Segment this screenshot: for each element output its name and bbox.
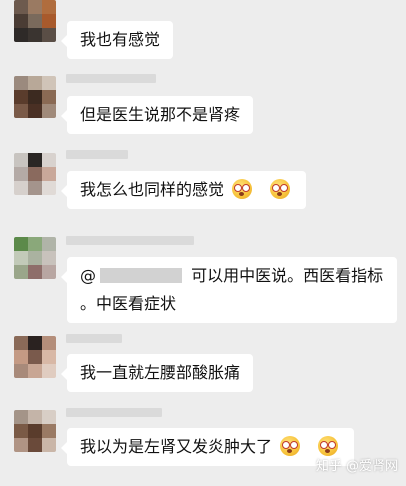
avatar[interactable]: [14, 153, 56, 195]
avatar[interactable]: [14, 410, 56, 452]
nickname-placeholder: [66, 74, 156, 83]
message-line: @ 可以用中医说。西医看指标: [80, 262, 384, 290]
message-bubble[interactable]: 我以为是左肾又发炎肿大了: [60, 428, 355, 466]
message-text: 我以为是左肾又发炎肿大了: [80, 437, 273, 456]
message-bubble[interactable]: 我一直就左腰部酸胀痛: [60, 354, 254, 392]
avatar[interactable]: [14, 237, 56, 279]
nickname-placeholder: [66, 236, 194, 245]
nickname-placeholder: [66, 334, 122, 343]
message-text: 可以用中医说。西医看指标: [191, 266, 384, 285]
message-bubble[interactable]: 我也有感觉: [60, 21, 174, 59]
message-bubble[interactable]: 我怎么也同样的感觉: [60, 171, 307, 209]
message-text: 我一直就左腰部酸胀痛: [80, 363, 241, 382]
mention-username-redacted: [100, 268, 182, 283]
message-line: 。中医看症状: [80, 294, 177, 313]
watermark: 知乎 @爱肾网: [315, 459, 398, 474]
avatar[interactable]: [14, 0, 56, 42]
message-text: 我怎么也同样的感觉: [80, 180, 225, 199]
avatar[interactable]: [14, 76, 56, 118]
avatar[interactable]: [14, 336, 56, 378]
message-text: 但是医生说那不是肾疼: [80, 105, 241, 124]
nickname-placeholder: [66, 408, 162, 417]
shocked-face-emoji-icon: [232, 179, 253, 199]
message-text: 我也有感觉: [80, 30, 161, 49]
shocked-face-emoji-icon: [270, 179, 291, 199]
shocked-face-emoji-icon: [280, 436, 301, 456]
mention-at-sign: @: [80, 266, 96, 285]
message-bubble[interactable]: @ 可以用中医说。西医看指标 。中医看症状: [61, 257, 397, 323]
nickname-placeholder: [66, 150, 128, 159]
shocked-face-emoji-icon: [318, 436, 339, 456]
message-bubble[interactable]: 但是医生说那不是肾疼: [60, 96, 254, 134]
